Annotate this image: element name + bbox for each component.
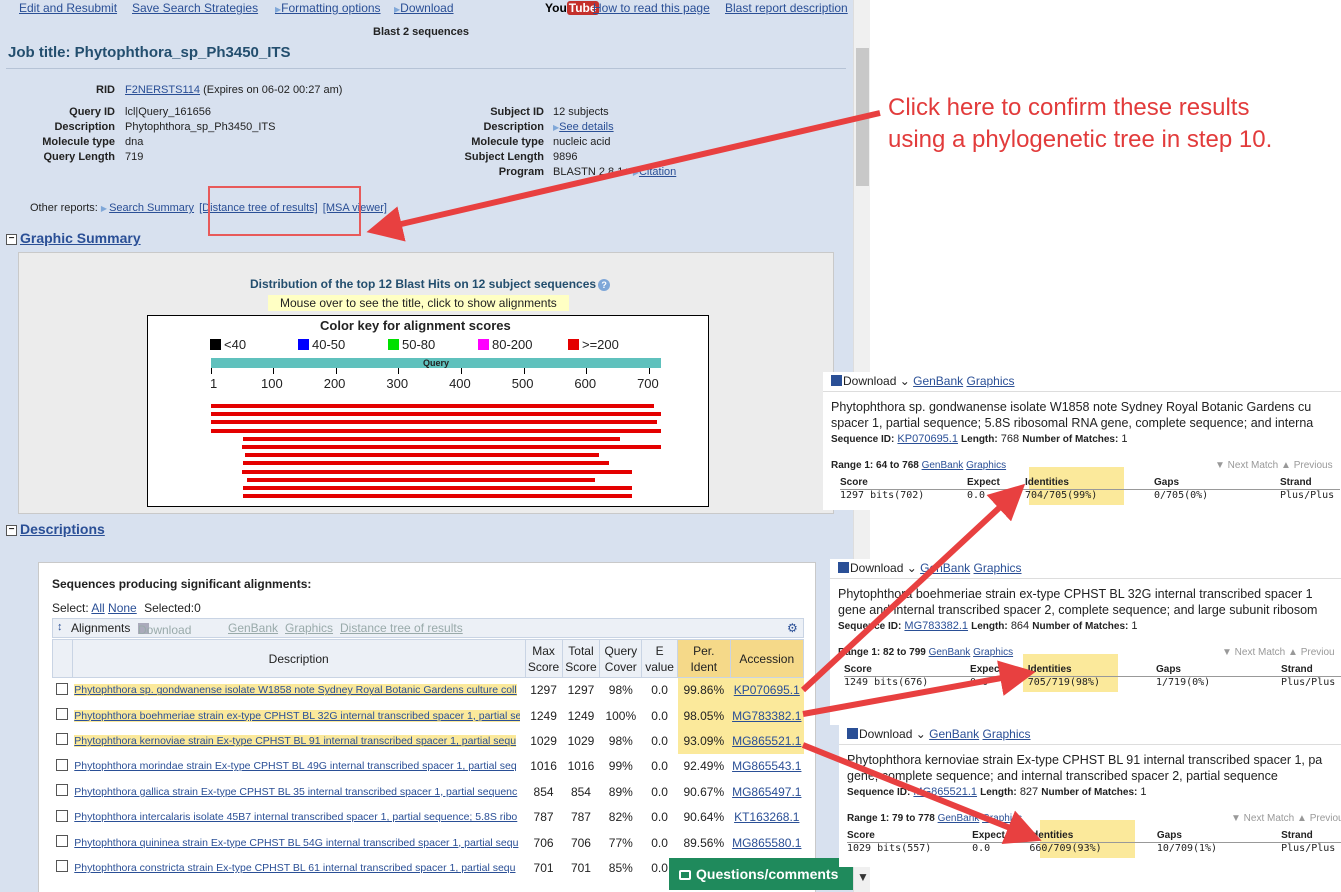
arrow-to-card-3 [801,742,1042,845]
annotation-arrows [366,110,1042,845]
arrow-to-tree-link [366,110,881,242]
arrow-to-card-1 [800,483,1026,693]
arrow-to-card-2 [802,660,1036,717]
